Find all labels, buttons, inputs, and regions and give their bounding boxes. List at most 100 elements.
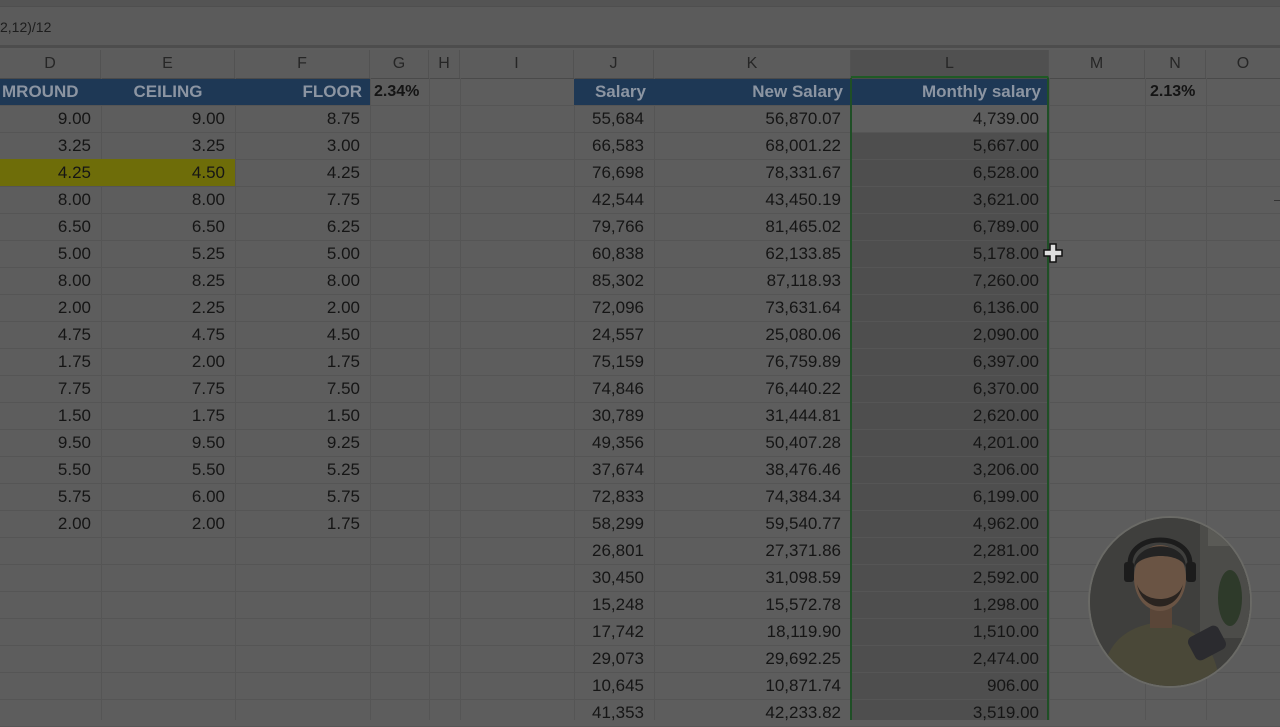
ceiling-cell[interactable]: 9.50 [101,429,235,456]
new-salary-cell[interactable]: 87,118.93 [654,267,851,294]
new-salary-cell[interactable]: 62,133.85 [654,240,851,267]
new-salary-cell[interactable]: 76,440.22 [654,375,851,402]
salary-cell[interactable]: 30,450 [574,564,654,591]
salary-cell[interactable]: 58,299 [574,510,654,537]
new-salary-cell[interactable]: 15,572.78 [654,591,851,618]
mround-cell[interactable]: 9.00 [0,105,101,132]
new-salary-cell[interactable]: 31,444.81 [654,402,851,429]
floor-cell[interactable]: 2.00 [235,294,370,321]
floor-cell[interactable]: 3.00 [235,132,370,159]
header-new-salary[interactable]: New Salary [654,79,851,105]
salary-cell[interactable]: 15,248 [574,591,654,618]
new-salary-cell[interactable]: 50,407.28 [654,429,851,456]
new-salary-cell[interactable]: 76,759.89 [654,348,851,375]
new-salary-cell[interactable]: 18,119.90 [654,618,851,645]
new-salary-cell[interactable]: 81,465.02 [654,213,851,240]
salary-cell[interactable]: 55,684 [574,105,654,132]
floor-cell[interactable]: 8.00 [235,267,370,294]
col-header-f[interactable]: F [235,50,370,78]
mround-cell[interactable]: 3.25 [0,132,101,159]
mround-cell[interactable]: 1.75 [0,348,101,375]
mround-cell[interactable]: 8.00 [0,267,101,294]
ceiling-cell[interactable]: 2.25 [101,294,235,321]
salary-cell[interactable]: 26,801 [574,537,654,564]
salary-cell[interactable]: 30,789 [574,402,654,429]
col-header-k[interactable]: K [654,50,851,78]
floor-cell[interactable]: 7.75 [235,186,370,213]
col-header-h[interactable]: H [429,50,460,78]
col-header-e[interactable]: E [101,50,235,78]
col-header-m[interactable]: M [1049,50,1145,78]
salary-cell[interactable]: 85,302 [574,267,654,294]
salary-cell[interactable]: 72,096 [574,294,654,321]
salary-cell[interactable]: 66,583 [574,132,654,159]
floor-cell[interactable]: 5.25 [235,456,370,483]
col-header-o[interactable]: O [1206,50,1280,78]
mround-cell[interactable]: 9.50 [0,429,101,456]
new-salary-cell[interactable]: 74,384.34 [654,483,851,510]
floor-cell[interactable]: 4.25 [235,159,370,186]
mround-cell[interactable]: 2.00 [0,294,101,321]
salary-cell[interactable]: 41,353 [574,699,654,726]
new-salary-cell[interactable]: 73,631.64 [654,294,851,321]
salary-cell[interactable]: 79,766 [574,213,654,240]
mround-cell[interactable]: 7.75 [0,375,101,402]
new-salary-cell[interactable]: 43,450.19 [654,186,851,213]
floor-cell[interactable]: 6.25 [235,213,370,240]
ceiling-cell[interactable]: 6.50 [101,213,235,240]
new-salary-cell[interactable]: 10,871.74 [654,672,851,699]
salary-cell[interactable]: 29,073 [574,645,654,672]
new-salary-cell[interactable]: 38,476.46 [654,456,851,483]
floor-cell[interactable]: 1.75 [235,348,370,375]
new-salary-cell[interactable]: 25,080.06 [654,321,851,348]
floor-cell[interactable]: 5.75 [235,483,370,510]
ceiling-cell[interactable]: 2.00 [101,348,235,375]
ceiling-cell[interactable]: 6.00 [101,483,235,510]
ceiling-cell[interactable]: 5.50 [101,456,235,483]
ceiling-cell[interactable]: 8.00 [101,186,235,213]
mround-cell[interactable]: 5.00 [0,240,101,267]
header-floor[interactable]: FLOOR [235,79,370,105]
new-salary-cell[interactable]: 59,540.77 [654,510,851,537]
header-ceiling[interactable]: CEILING [101,79,235,105]
col-header-g[interactable]: G [370,50,429,78]
salary-cell[interactable]: 74,846 [574,375,654,402]
col-header-l[interactable]: L [851,50,1049,78]
floor-cell[interactable]: 1.50 [235,402,370,429]
mround-cell[interactable]: 6.50 [0,213,101,240]
floor-cell[interactable]: 8.75 [235,105,370,132]
rate-cell-n[interactable]: 2.13% [1150,79,1195,105]
ceiling-cell[interactable]: 4.75 [101,321,235,348]
salary-cell[interactable]: 49,356 [574,429,654,456]
new-salary-cell[interactable]: 56,870.07 [654,105,851,132]
new-salary-cell[interactable]: 31,098.59 [654,564,851,591]
ceiling-cell[interactable]: 2.00 [101,510,235,537]
ceiling-cell[interactable]: 5.25 [101,240,235,267]
col-header-j[interactable]: J [574,50,654,78]
ceiling-cell[interactable]: 4.50 [101,159,235,186]
floor-cell[interactable]: 7.50 [235,375,370,402]
salary-cell[interactable]: 75,159 [574,348,654,375]
salary-cell[interactable]: 60,838 [574,240,654,267]
mround-cell[interactable]: 5.50 [0,456,101,483]
new-salary-cell[interactable]: 68,001.22 [654,132,851,159]
salary-cell[interactable]: 10,645 [574,672,654,699]
col-header-i[interactable]: I [460,50,574,78]
new-salary-cell[interactable]: 29,692.25 [654,645,851,672]
ceiling-cell[interactable]: 1.75 [101,402,235,429]
col-header-d[interactable]: D [0,50,101,78]
ceiling-cell[interactable]: 9.00 [101,105,235,132]
new-salary-cell[interactable]: 27,371.86 [654,537,851,564]
ceiling-cell[interactable]: 7.75 [101,375,235,402]
mround-cell[interactable]: 8.00 [0,186,101,213]
floor-cell[interactable]: 4.50 [235,321,370,348]
salary-cell[interactable]: 17,742 [574,618,654,645]
mround-cell[interactable]: 2.00 [0,510,101,537]
new-salary-cell[interactable]: 42,233.82 [654,699,851,726]
floor-cell[interactable]: 9.25 [235,429,370,456]
mround-cell[interactable]: 4.25 [0,159,101,186]
col-header-n[interactable]: N [1145,50,1206,78]
new-salary-cell[interactable]: 78,331.67 [654,159,851,186]
ceiling-cell[interactable]: 3.25 [101,132,235,159]
formula-text[interactable]: 2,12)/12 [0,19,51,35]
